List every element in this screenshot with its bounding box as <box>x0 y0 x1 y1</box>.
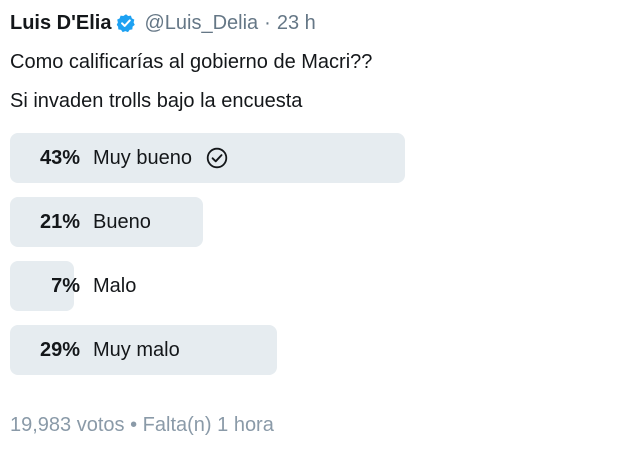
tweet-timestamp[interactable]: 23 h <box>277 12 316 35</box>
poll-option-malo[interactable]: 7% Malo <box>10 261 610 311</box>
poll: 43% Muy bueno 21% Bueno 7% Malo 29% Muy … <box>10 133 610 389</box>
poll-option-muy-bueno[interactable]: 43% Muy bueno <box>10 133 610 183</box>
poll-vote-count: 19,983 votos <box>10 414 125 436</box>
footer-separator: • <box>130 414 138 436</box>
poll-option-muy-malo[interactable]: 29% Muy malo <box>10 325 610 375</box>
poll-option-label: Muy bueno <box>93 146 192 169</box>
author-handle[interactable]: @Luis_Delia <box>144 12 258 35</box>
header-separator: · <box>264 11 271 34</box>
poll-footer: 19,983 votos • Falta(n) 1 hora <box>10 414 274 437</box>
verified-badge-icon <box>116 13 136 33</box>
tweet-text-line-2: Si invaden trolls bajo la encuesta <box>10 90 303 112</box>
poll-percent: 7% <box>51 274 80 297</box>
author-name[interactable]: Luis D'Elia <box>10 12 111 35</box>
poll-option-bueno[interactable]: 21% Bueno <box>10 197 610 247</box>
tweet-text-line-1: Como calificarías al gobierno de Macri?? <box>10 51 373 73</box>
poll-percent: 21% <box>39 210 80 233</box>
poll-percent: 29% <box>39 338 80 361</box>
tweet-header: Luis D'Elia @Luis_Delia · 23 h <box>10 9 316 37</box>
poll-option-label: Bueno <box>93 210 151 233</box>
poll-option-label: Malo <box>93 274 137 297</box>
poll-option-label: Muy malo <box>93 338 180 361</box>
poll-percent: 43% <box>39 146 80 169</box>
check-circle-icon <box>206 147 228 169</box>
poll-time-left: Falta(n) 1 hora <box>142 414 274 436</box>
